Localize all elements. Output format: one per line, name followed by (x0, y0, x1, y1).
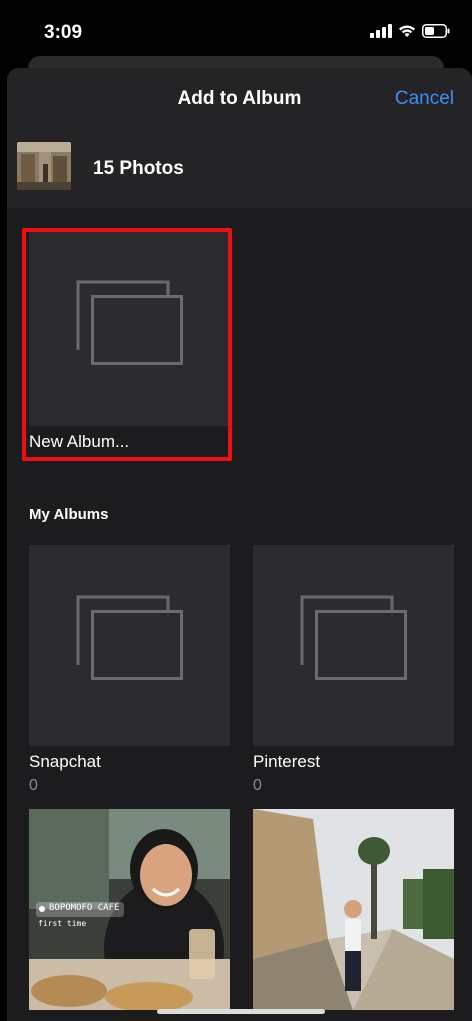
album-count-snapchat: 0 (29, 777, 38, 794)
sheet-header: Add to Album Cancel 15 Photos (7, 68, 472, 208)
album-stack-icon (76, 595, 183, 680)
wifi-icon (399, 25, 415, 37)
selected-photos-thumbnail (17, 142, 71, 190)
selected-photos-count: 15 Photos (93, 158, 184, 179)
album-tile-photo-wall[interactable] (253, 809, 454, 1010)
status-icons (370, 24, 450, 38)
status-bar: 3:09 (0, 0, 472, 60)
add-to-album-sheet: Add to Album Cancel 15 Photos New Album.… (7, 68, 472, 1021)
album-tile-snapchat[interactable] (29, 545, 230, 746)
my-albums-section-label: My Albums (29, 506, 109, 523)
album-stack-icon (300, 595, 407, 680)
album-name-pinterest: Pinterest (253, 752, 321, 771)
album-tile-pinterest[interactable] (253, 545, 454, 746)
battery-icon (422, 24, 450, 38)
photo-sticker-caption: first time (38, 919, 87, 928)
album-name-snapchat: Snapchat (29, 752, 101, 771)
cancel-button[interactable]: Cancel (395, 88, 454, 110)
status-time: 3:09 (44, 22, 83, 43)
home-indicator (157, 1009, 325, 1014)
cellular-signal-icon (370, 24, 392, 38)
album-cover-image (253, 809, 454, 1010)
album-tile-photo-cafe[interactable]: BOPOMOFO CAFE first time (29, 809, 230, 1010)
photo-sticker-place: BOPOMOFO CAFE (49, 903, 120, 913)
selection-highlight (22, 228, 232, 461)
album-count-pinterest: 0 (253, 777, 262, 794)
